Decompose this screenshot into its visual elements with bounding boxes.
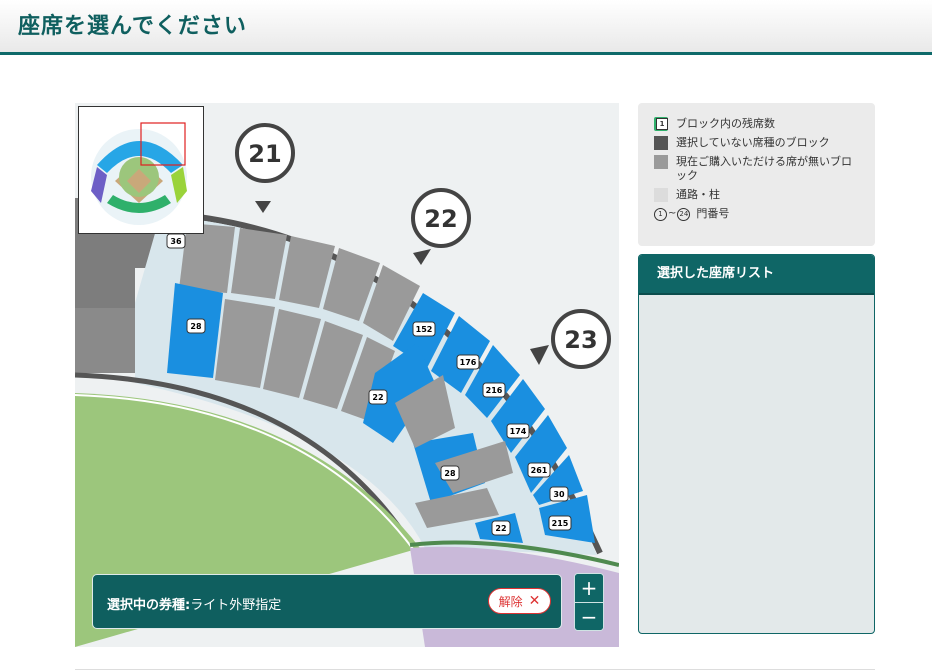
legend-label: 通路・柱 [676,188,720,201]
svg-text:215: 215 [552,519,569,528]
overview-minimap[interactable] [78,106,204,234]
gate-22-label: 22 [424,205,457,233]
svg-text:22: 22 [372,393,383,402]
minimap-stadium-icon [91,122,187,225]
badge-36[interactable]: 36 [166,233,186,249]
badge-176[interactable]: 176 [456,354,480,370]
gate-23-arrow [530,345,549,365]
gate-to-icon: 24 [677,207,691,221]
grey-swatch [654,155,668,169]
left-stand-lower [75,308,135,373]
legend-aisle: 通路・柱 [654,188,859,202]
release-button[interactable]: 解除 ✕ [488,588,551,614]
svg-text:152: 152 [416,325,433,334]
seat-list-title: 選択した座席リスト [639,255,874,295]
gate-from-icon: 1 [654,207,667,221]
badge-152[interactable]: 152 [412,321,436,337]
gate-22-arrow [413,249,431,265]
gate-21-arrow [255,201,271,213]
badge-28-lower[interactable]: 28 [440,465,460,481]
tilde: ~ [668,208,677,219]
legend-label: ブロック内の残席数 [676,117,775,130]
legend-other-type: 選択していない席種のブロック [654,136,859,150]
legend-label: 門番号 [696,207,730,220]
gate-23-label: 23 [564,326,597,354]
zoom-controls: + − [574,573,604,631]
seat-map[interactable]: 21 22 23 36 28 152 176 216 22 174 261 28… [75,103,619,647]
gate-range-icon: 1 ~ 24 [654,207,691,221]
legend-unavailable: 現在ご購入いただける席が無いブロック [654,155,859,183]
svg-text:30: 30 [553,490,565,499]
close-icon: ✕ [528,593,541,609]
badge-174[interactable]: 174 [506,423,530,439]
badge-261[interactable]: 261 [527,462,551,478]
svg-text:176: 176 [460,358,477,367]
selected-seat-list: 選択した座席リスト [638,254,875,634]
zoom-in-button[interactable]: + [575,574,603,602]
svg-text:28: 28 [444,469,456,478]
badge-28-upper[interactable]: 28 [186,318,206,334]
svg-text:28: 28 [190,322,202,331]
svg-text:174: 174 [510,427,527,436]
legend-gate: 1 ~ 24 門番号 [654,207,859,221]
badge-216[interactable]: 216 [482,382,506,398]
ticket-type: 選択中の券種:ライト外野指定 [107,594,281,613]
release-label: 解除 [498,594,523,609]
legend-panel: 1 ブロック内の残席数 選択していない席種のブロック 現在ご購入いただける席が無… [638,103,875,246]
zoom-out-button[interactable]: − [575,603,603,630]
ticket-type-value: ライト外野指定 [190,598,282,613]
badge-30[interactable]: 30 [549,486,569,502]
badge-22-upper[interactable]: 22 [368,389,388,405]
svg-text:261: 261 [531,466,548,475]
legend-badge-number: 1 [656,118,668,130]
page-header: 座席を選んでください [0,0,932,55]
svg-text:216: 216 [486,386,503,395]
light-swatch [654,188,668,202]
footer-divider [75,669,875,670]
selected-ticket-bar: 選択中の券種:ライト外野指定 解除 ✕ [92,574,562,629]
legend-label: 選択していない席種のブロック [676,136,830,149]
page-title: 座席を選んでください [18,14,247,39]
badge-22-lower[interactable]: 22 [491,520,511,536]
gate-21-label: 21 [248,140,281,168]
ticket-type-label: 選択中の券種: [107,598,191,613]
legend-label: 現在ご購入いただける席が無いブロック [676,155,852,182]
badge-215[interactable]: 215 [548,515,572,531]
svg-text:22: 22 [495,524,506,533]
dark-grey-swatch [654,136,668,150]
legend-remaining: 1 ブロック内の残席数 [654,117,859,131]
svg-text:36: 36 [170,237,182,246]
remaining-seat-badge-icon: 1 [654,117,668,131]
